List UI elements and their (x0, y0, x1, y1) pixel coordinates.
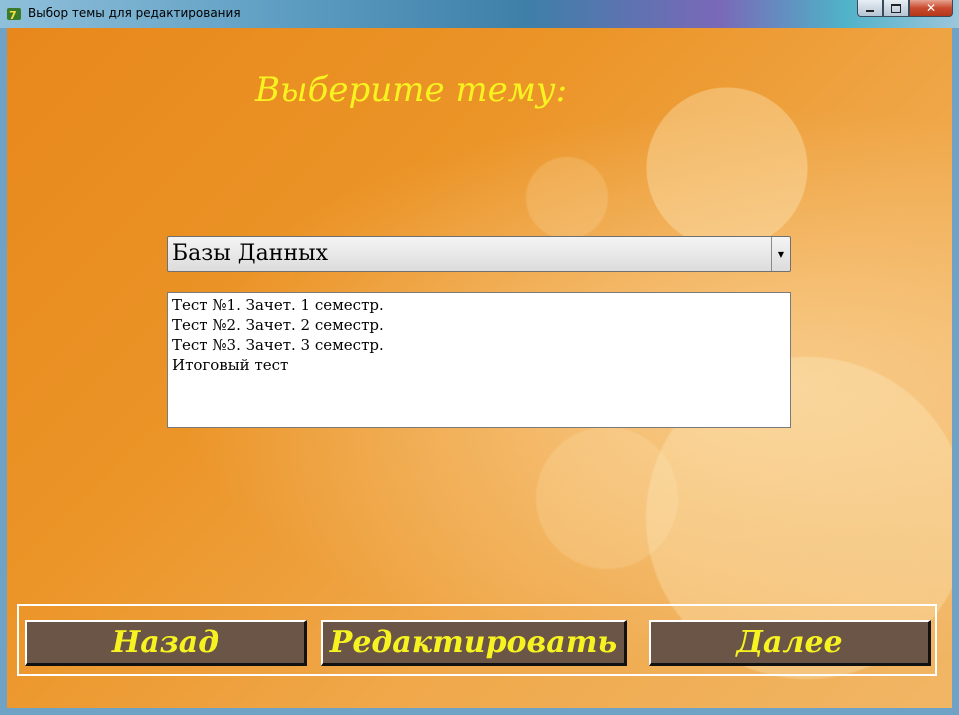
edit-button-label: Редактировать (329, 625, 618, 660)
topic-select-value: Базы Данных (172, 241, 329, 266)
title-bar[interactable]: 7 Выбор темы для редактирования ✕ (0, 0, 959, 28)
maximize-icon (891, 3, 901, 13)
list-item[interactable]: Тест №3. Зачет. 3 семестр. (172, 335, 786, 355)
client-area: Выберите тему: Базы Данных ▼ Тест №1. За… (7, 28, 952, 708)
minimize-button[interactable] (857, 0, 883, 17)
test-listbox[interactable]: Тест №1. Зачет. 1 семестр. Тест №2. Заче… (167, 292, 791, 428)
back-button-label: Назад (111, 625, 220, 660)
window-controls: ✕ (857, 0, 953, 17)
back-button[interactable]: Назад (25, 620, 307, 666)
topic-select[interactable]: Базы Данных ▼ (167, 236, 791, 272)
window-title: Выбор темы для редактирования (28, 6, 241, 20)
next-button[interactable]: Далее (649, 620, 931, 666)
svg-text:7: 7 (9, 9, 17, 22)
chevron-down-icon[interactable]: ▼ (771, 237, 790, 271)
edit-button[interactable]: Редактировать (321, 620, 627, 666)
app-window: 7 Выбор темы для редактирования ✕ Выбери… (0, 0, 959, 715)
page-heading: Выберите тему: (255, 70, 568, 110)
minimize-icon (866, 10, 874, 12)
next-button-label: Далее (736, 625, 843, 660)
list-item[interactable]: Тест №2. Зачет. 2 семестр. (172, 315, 786, 335)
list-item[interactable]: Итоговый тест (172, 355, 786, 375)
app-icon: 7 (7, 8, 21, 22)
close-icon: ✕ (925, 1, 937, 15)
button-panel: Назад Редактировать Далее (17, 604, 937, 676)
maximize-button[interactable] (883, 0, 909, 17)
list-item[interactable]: Тест №1. Зачет. 1 семестр. (172, 295, 786, 315)
close-button[interactable]: ✕ (909, 0, 953, 17)
